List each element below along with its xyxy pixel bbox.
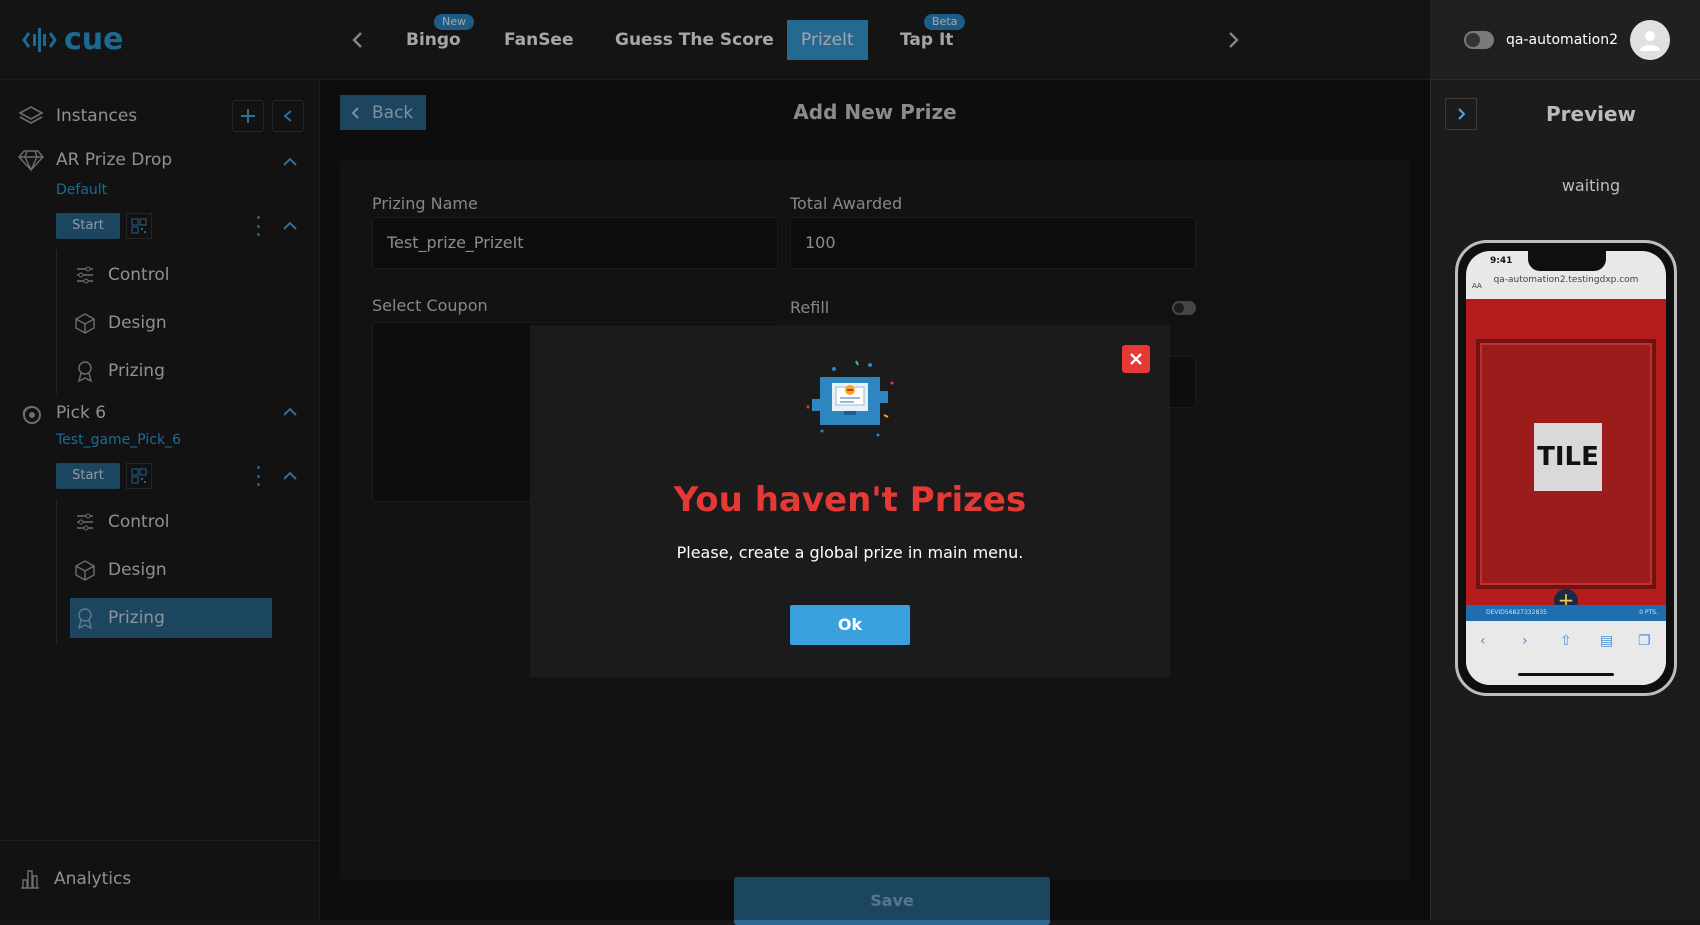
game-tile: TILE	[1534, 423, 1602, 491]
close-modal-button[interactable]	[1122, 345, 1150, 373]
phone-url: qa-automation2.testingdxp.com	[1493, 275, 1639, 285]
phone-screen: 9:41 AA qa-automation2.testingdxp.com TI…	[1466, 251, 1666, 685]
preview-status: waiting	[1561, 176, 1621, 195]
modal-message: Please, create a global prize in main me…	[676, 543, 1024, 562]
ok-button[interactable]: Ok	[790, 605, 910, 645]
close-icon	[1130, 353, 1142, 365]
username: qa-automation2	[1506, 32, 1618, 48]
bookmarks-icon: ▤	[1600, 633, 1614, 649]
modal-title: You haven't Prizes	[673, 480, 1027, 520]
preview-title: Preview	[1545, 102, 1637, 126]
empty-prizes-illustration-icon	[806, 360, 894, 437]
phone-time: 9:41	[1490, 256, 1513, 266]
phone-status-bar: DEVID56827332835 0 PTS.	[1466, 605, 1666, 621]
tabs-icon: ❐	[1638, 633, 1651, 649]
theme-toggle[interactable]	[1464, 31, 1495, 49]
phone-notch	[1528, 251, 1606, 271]
browser-forward-icon: ›	[1522, 633, 1528, 649]
avatar[interactable]	[1630, 20, 1670, 60]
home-indicator	[1518, 673, 1614, 676]
points: 0 PTS.	[1639, 609, 1658, 616]
game-board: TILE +	[1466, 299, 1666, 613]
share-icon: ⇧	[1560, 633, 1572, 649]
phone-preview: 9:41 AA qa-automation2.testingdxp.com TI…	[1455, 240, 1677, 696]
browser-back-icon: ‹	[1480, 633, 1486, 649]
no-prizes-modal: You haven't Prizes Please, create a glob…	[530, 325, 1170, 677]
user-menu: qa-automation2	[1464, 20, 1670, 60]
user-icon	[1640, 31, 1660, 51]
preview-panel: Preview waiting 9:41 AA qa-automation2.t…	[1430, 80, 1700, 920]
device-id: DEVID56827332835	[1486, 609, 1547, 616]
